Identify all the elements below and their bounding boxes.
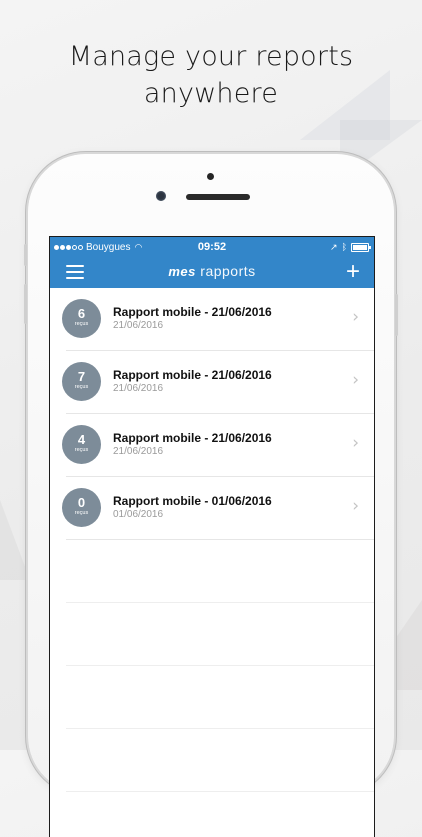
status-bar: Bouygues ◠ 09:52 ↗ ᛒ xyxy=(50,237,374,257)
badge-label: reçus xyxy=(74,447,89,453)
battery-icon xyxy=(351,242,371,252)
report-date: 21/06/2016 xyxy=(113,446,164,457)
report-row[interactable]: 4 reçus Rapport mobile - 21/06/2016 21/0… xyxy=(62,414,374,477)
empty-row xyxy=(66,729,374,792)
app-title-bold: mes xyxy=(168,264,196,279)
badge-count: 6 xyxy=(77,306,86,321)
volume-up-button xyxy=(24,284,27,324)
power-button xyxy=(395,294,398,336)
report-date: 21/06/2016 xyxy=(113,383,164,394)
empty-row xyxy=(66,603,374,666)
volume-button xyxy=(24,244,27,266)
report-list: 6 reçus Rapport mobile - 21/06/2016 21/0… xyxy=(50,288,374,792)
status-time: 09:52 xyxy=(197,241,227,253)
chevron-right-icon: › xyxy=(352,496,359,516)
promo-headline: Manage your reports anywhere xyxy=(0,38,422,112)
report-row[interactable]: 7 reçus Rapport mobile - 21/06/2016 21/0… xyxy=(62,351,374,414)
proximity-sensor xyxy=(207,173,214,180)
report-row[interactable]: 6 reçus Rapport mobile - 21/06/2016 21/0… xyxy=(62,288,374,351)
count-badge: 4 reçus xyxy=(62,425,101,464)
plus-icon[interactable]: + xyxy=(346,260,360,284)
badge-count: 7 xyxy=(77,369,86,384)
earpiece-speaker xyxy=(186,194,250,200)
chevron-right-icon: › xyxy=(352,433,359,453)
badge-count: 0 xyxy=(77,495,86,510)
badge-label: reçus xyxy=(74,321,89,327)
location-icon: ↗ xyxy=(330,241,338,252)
badge-label: reçus xyxy=(74,510,89,516)
report-title: Rapport mobile - 01/06/2016 xyxy=(113,494,272,508)
report-date: 01/06/2016 xyxy=(113,509,164,520)
report-date: 21/06/2016 xyxy=(113,320,164,331)
badge-count: 4 xyxy=(77,432,86,447)
empty-row xyxy=(66,540,374,603)
app-title-light: rapports xyxy=(200,263,256,279)
headline-line-2: anywhere xyxy=(143,78,279,109)
front-camera xyxy=(156,191,166,201)
bluetooth-icon: ᛒ xyxy=(341,242,347,252)
report-title: Rapport mobile - 21/06/2016 xyxy=(113,368,272,382)
badge-label: reçus xyxy=(74,384,89,390)
report-title: Rapport mobile - 21/06/2016 xyxy=(113,305,272,319)
empty-row xyxy=(66,666,374,729)
report-title: Rapport mobile - 21/06/2016 xyxy=(113,431,272,445)
chevron-right-icon: › xyxy=(352,307,359,327)
count-badge: 6 reçus xyxy=(62,299,101,338)
count-badge: 0 reçus xyxy=(62,488,101,527)
chevron-right-icon: › xyxy=(352,370,359,390)
headline-line-1: Manage your reports xyxy=(68,41,354,72)
app-title: mes rapports xyxy=(50,263,374,279)
app-screen: Bouygues ◠ 09:52 ↗ ᛒ mes rapports + 6 re… xyxy=(49,236,375,837)
count-badge: 7 reçus xyxy=(62,362,101,401)
nav-bar: mes rapports + xyxy=(50,257,374,288)
phone-frame: Bouygues ◠ 09:52 ↗ ᛒ mes rapports + 6 re… xyxy=(24,154,398,837)
report-row[interactable]: 0 reçus Rapport mobile - 01/06/2016 01/0… xyxy=(62,477,374,540)
